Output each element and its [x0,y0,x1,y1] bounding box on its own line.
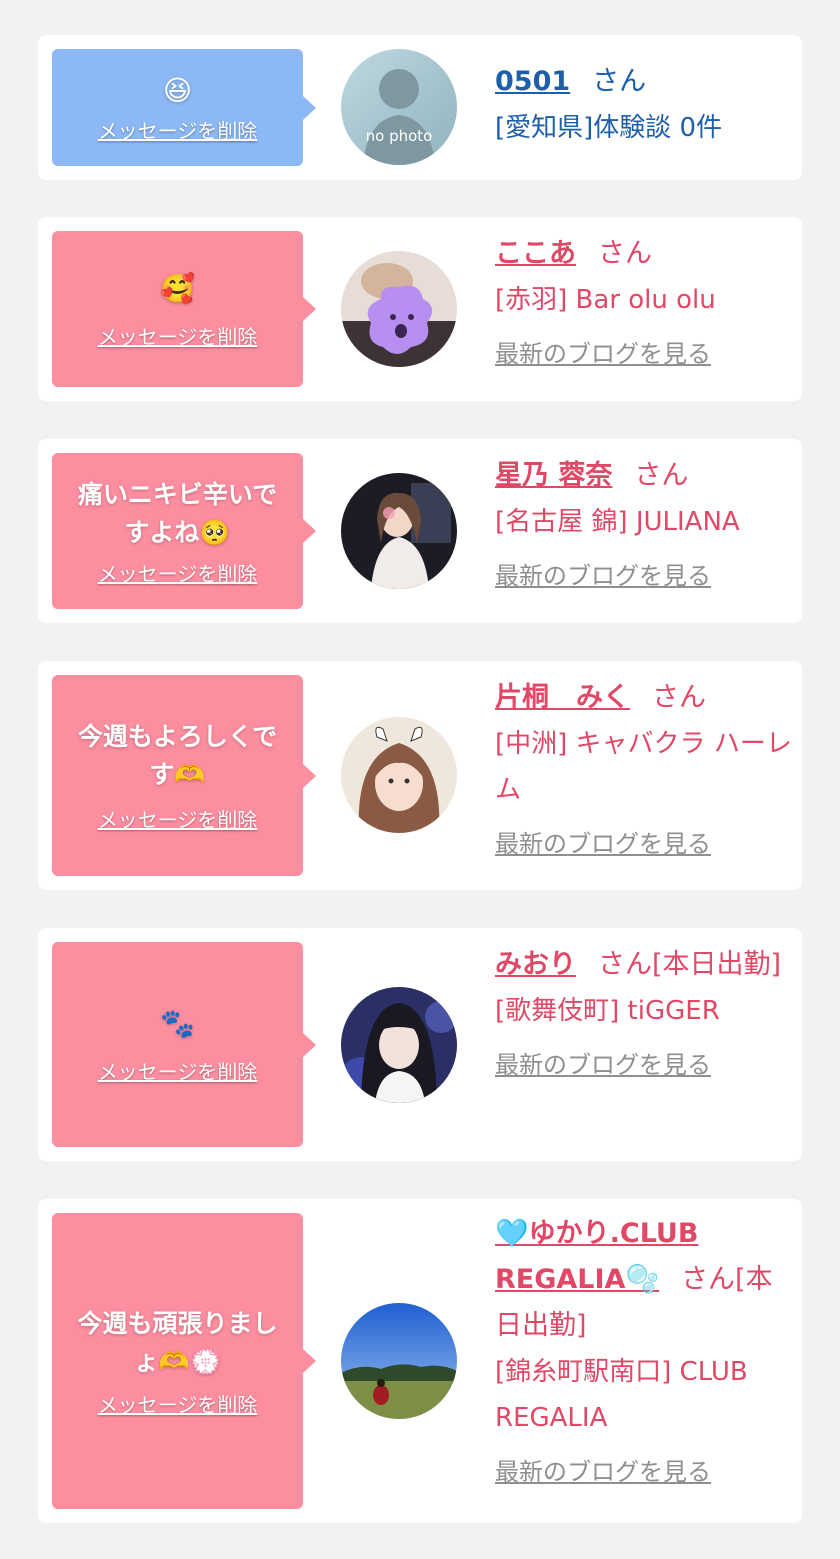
avatar[interactable]: no photo [341,49,457,165]
shop-label: [名古屋 錦] JULIANA [495,507,740,537]
delete-message-link[interactable]: メッセージを削除 [98,321,258,350]
shop-label: [中洲] キャバクラ ハーレム [495,729,792,805]
shop-label: [愛知県]体験談 0件 [495,113,723,143]
shop-label: [赤羽] Bar olu olu [495,285,716,315]
message-text: 今週もよろしくです🫶 [77,722,278,789]
delete-message-link[interactable]: メッセージを削除 [98,558,258,587]
name-suffix: さん [598,238,652,269]
name-line: 🩵ゆかり.CLUB REGALIA🫧 さん[本日出勤] [495,1211,795,1349]
no-photo-avatar-icon: no photo [341,49,457,165]
message-bubble: 😆 メッセージを削除 [52,49,316,166]
user-photo-icon [341,1303,457,1419]
user-name-link[interactable]: 🩵ゆかり.CLUB REGALIA🫧 [495,1218,698,1295]
latest-blog-link[interactable]: 最新のブログを見る [495,559,795,593]
svg-text:no photo: no photo [366,127,433,145]
user-name-link[interactable]: 0501 [495,66,570,97]
avatar[interactable] [341,473,457,589]
name-line: みおり さん[本日出勤] [495,942,795,988]
user-info: 片桐 みく さん [中洲] キャバクラ ハーレム 最新のブログを見る [495,675,795,861]
user-name-link[interactable]: 片桐 みく [495,682,630,713]
message-bubble: 🐾 メッセージを削除 [52,942,316,1147]
delete-message-link[interactable]: メッセージを削除 [98,1056,258,1085]
name-suffix: さん[本日出勤] [598,949,782,980]
message-text: 痛いニキビ辛いですよね🥺 [77,479,278,547]
name-line: 星乃 蓉奈 さん [495,453,795,499]
name-line: 0501 さん [495,59,795,105]
avatar[interactable] [341,251,457,367]
message-bubble: 🥰 メッセージを削除 [52,231,316,387]
user-photo-icon [341,717,457,833]
message-bubble: 今週も頑張りましょ🫶💮 メッセージを削除 [52,1213,316,1509]
latest-blog-link[interactable]: 最新のブログを見る [495,827,795,861]
message-bubble: 今週もよろしくです🫶 メッセージを削除 [52,675,316,876]
name-suffix: さん [652,682,706,713]
delete-message-link[interactable]: メッセージを削除 [98,804,258,833]
message-text: 🥰 [160,271,195,305]
name-line: ここあ さん [495,231,795,277]
user-info: 0501 さん [愛知県]体験談 0件 [495,59,795,151]
avatar[interactable] [341,987,457,1103]
shop-label: [歌舞伎町] tiGGER [495,996,720,1026]
user-photo-icon [341,987,457,1103]
delete-message-link[interactable]: メッセージを削除 [98,115,258,144]
message-bubble: 痛いニキビ辛いですよね🥺 メッセージを削除 [52,453,316,609]
user-info: ここあ さん [赤羽] Bar olu olu 最新のブログを見る [495,231,795,371]
latest-blog-link[interactable]: 最新のブログを見る [495,1048,795,1082]
latest-blog-link[interactable]: 最新のブログを見る [495,1455,795,1489]
user-name-link[interactable]: みおり [495,949,576,980]
latest-blog-link[interactable]: 最新のブログを見る [495,337,795,371]
message-card: 😆 メッセージを削除 no photo 0501 さん [愛知県]体験談 0件 [38,35,802,180]
message-card: 今週も頑張りましょ🫶💮 メッセージを削除 🩵ゆかり.CLUB REGALIA🫧 さ… [38,1199,802,1523]
message-text: 今週も頑張りましょ🫶💮 [77,1308,278,1376]
message-card: 🐾 メッセージを削除 みおり さん[本日出勤] [歌舞伎町] tiGGER 最新の… [38,928,802,1161]
message-text: 😆 [162,74,193,107]
user-name-link[interactable]: 星乃 蓉奈 [495,460,612,491]
message-card: 今週もよろしくです🫶 メッセージを削除 片桐 みく さん [中洲] キャバクラ ハ… [38,661,802,890]
message-card: 🥰 メッセージを削除 ここあ さん [赤羽] Bar olu olu 最新のブログ… [38,217,802,401]
avatar[interactable] [341,1303,457,1419]
avatar[interactable] [341,717,457,833]
user-info: 🩵ゆかり.CLUB REGALIA🫧 さん[本日出勤] [錦糸町駅南口] CLUB… [495,1211,795,1489]
shop-label: [錦糸町駅南口] CLUB REGALIA [495,1357,748,1433]
name-suffix: さん [634,460,689,491]
message-text: 🐾 [160,1007,195,1040]
name-suffix: さん [592,66,647,97]
user-photo-icon [341,251,457,367]
name-line: 片桐 みく さん [495,675,795,721]
user-name-link[interactable]: ここあ [495,238,576,269]
user-photo-icon [341,473,457,589]
user-info: 星乃 蓉奈 さん [名古屋 錦] JULIANA 最新のブログを見る [495,453,795,593]
user-info: みおり さん[本日出勤] [歌舞伎町] tiGGER 最新のブログを見る [495,942,795,1082]
message-card: 痛いニキビ辛いですよね🥺 メッセージを削除 星乃 蓉奈 さん [名古屋 錦] JU… [38,439,802,623]
delete-message-link[interactable]: メッセージを削除 [98,1389,258,1418]
